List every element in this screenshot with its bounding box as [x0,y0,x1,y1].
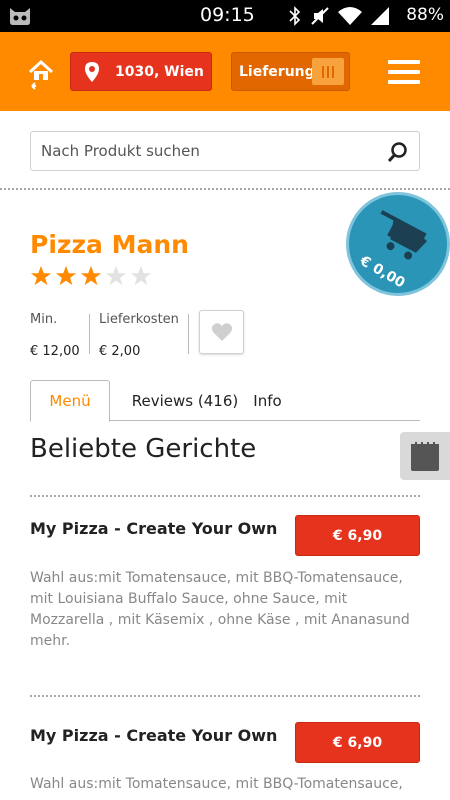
star-filled-icon [30,265,52,286]
min-order-value: € 12,00 [30,344,80,359]
star-empty-icon [105,265,127,286]
dish-name[interactable]: My Pizza - Create Your Own [30,519,277,538]
bluetooth-icon [289,6,301,26]
delivery-toggle[interactable]: Lieferung [231,52,350,91]
rating-stars [30,265,152,287]
signal-icon [371,7,389,25]
status-time: 09:15 [200,4,255,26]
divider [30,695,420,697]
toggle-knob[interactable] [312,58,344,85]
status-bar: 09:15 88% [0,0,450,32]
location-pin-icon [85,61,99,82]
restaurant-name: Pizza Mann [30,230,189,259]
star-filled-icon [55,265,77,286]
add-to-cart-button[interactable]: € 6,90 [295,722,420,763]
min-order: Min. € 12,00 [30,312,80,359]
tab-bar: Menü Reviews (416) Info [30,380,420,422]
divider [188,314,189,354]
location-button[interactable]: 1030, Wien [70,52,212,91]
star-empty-icon [130,265,152,286]
add-to-cart-button[interactable]: € 6,90 [295,515,420,556]
dish-description: Wahl aus:mit Tomatensauce, mit BBQ-Tomat… [30,570,410,649]
home-icon[interactable] [22,54,60,92]
search-bar [30,131,420,171]
app-header: 1030, Wien Lieferung [0,32,450,111]
star-filled-icon [80,265,102,286]
favorite-button[interactable] [199,310,244,354]
min-order-label: Min. [30,312,58,327]
notepad-icon [411,442,439,471]
search-icon[interactable] [387,141,409,163]
battery-level: 88% [406,5,444,25]
tab-info[interactable]: Info [245,380,290,421]
delivery-cost-label: Lieferkosten [99,312,179,327]
location-label: 1030, Wien [115,63,204,80]
tab-menu[interactable]: Menü [30,380,110,422]
section-title: Beliebte Gerichte [30,434,257,464]
delivery-cost-value: € 2,00 [99,344,141,359]
divider [89,314,90,354]
hamburger-menu-icon[interactable] [388,60,420,84]
dish-name[interactable]: My Pizza - Create Your Own [30,726,277,745]
delivery-cost: Lieferkosten € 2,00 [99,312,179,359]
heart-icon [211,323,233,341]
divider [0,188,450,190]
tab-reviews[interactable]: Reviews (416) [110,380,260,421]
delivery-label: Lieferung [239,63,315,80]
dish-description: Wahl aus:mit Tomatensauce, mit BBQ-Tomat… [30,776,403,792]
cart-badge[interactable]: € 0,00 [346,192,450,296]
cat-icon [10,8,30,25]
mute-icon [311,7,329,25]
side-panel-tab[interactable] [400,432,450,480]
divider [30,495,420,497]
wifi-icon [338,7,362,25]
search-input[interactable] [31,132,371,170]
